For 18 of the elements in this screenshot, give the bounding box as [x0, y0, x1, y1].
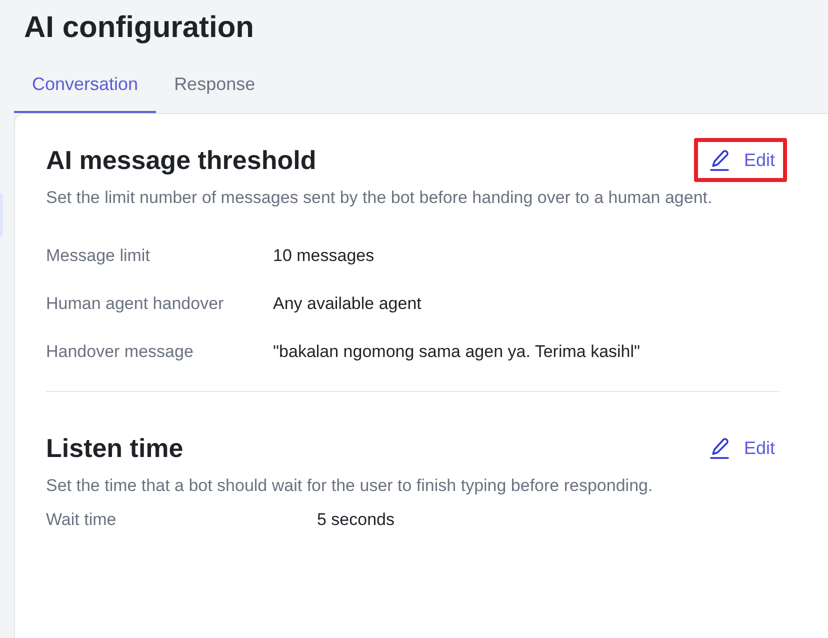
- edit-icon: [708, 148, 732, 172]
- section-description: Set the limit number of messages sent by the bot before handing over to a human agent.: [46, 187, 714, 209]
- field-label: Human agent handover: [46, 293, 225, 315]
- field-label: Message limit: [46, 245, 151, 267]
- edit-icon: [708, 436, 732, 460]
- edit-button[interactable]: Edit: [694, 138, 787, 182]
- section-title: Listen time: [46, 432, 184, 465]
- section-title: AI message threshold: [46, 144, 316, 177]
- field-value: 5 seconds: [317, 509, 396, 531]
- page-title: AI configuration: [24, 10, 255, 46]
- field-value: 10 messages: [273, 245, 376, 267]
- edit-button[interactable]: Edit: [694, 426, 787, 470]
- field-value: "bakalan ngomong sama agen ya. Terima kasihl": [273, 341, 642, 363]
- tab[interactable]: Response: [156, 66, 274, 113]
- section-description: Set the time that a bot should wait for the user to finish typing before responding.: [46, 475, 654, 497]
- field-value: Any available agent: [273, 293, 422, 315]
- field-label: Wait time: [46, 509, 118, 531]
- field-label: Handover message: [46, 341, 194, 363]
